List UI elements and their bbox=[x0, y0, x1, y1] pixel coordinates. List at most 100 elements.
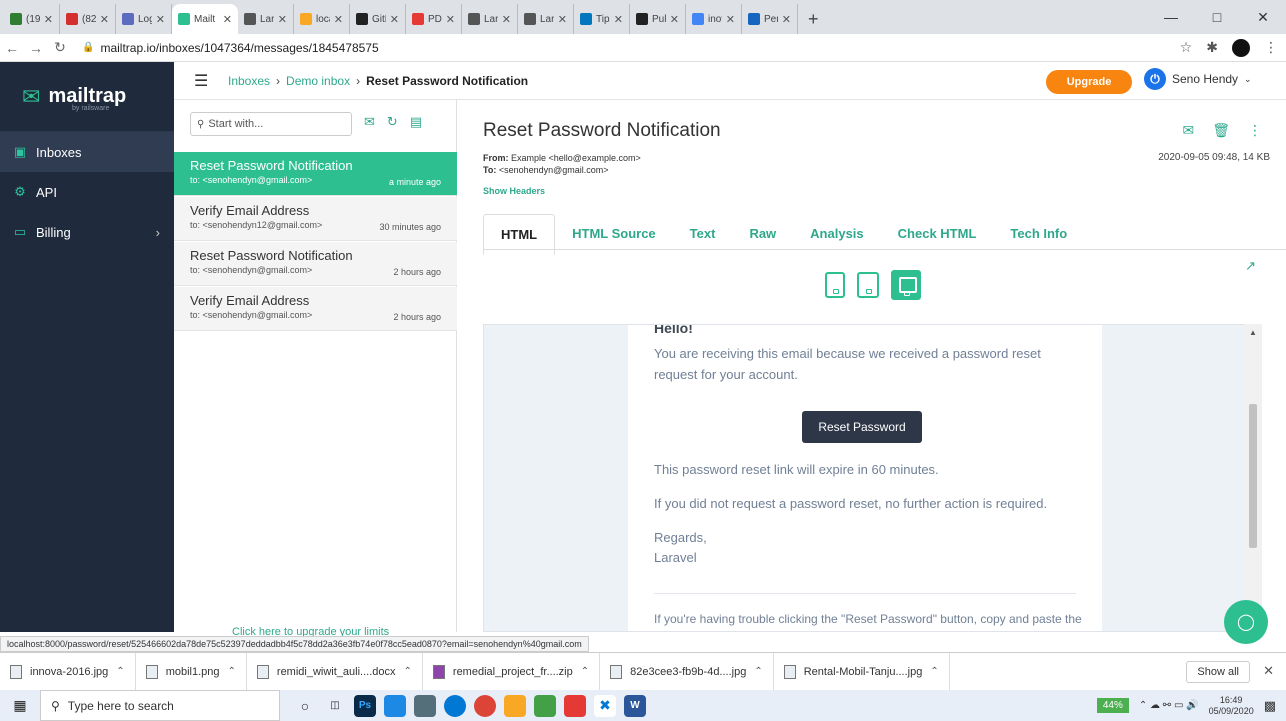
close-tab-icon[interactable]: ✕ bbox=[782, 13, 791, 26]
preview-scrollbar[interactable]: ▲ bbox=[1244, 324, 1262, 632]
scroll-up-icon[interactable]: ▲ bbox=[1249, 328, 1257, 337]
photoshop-icon[interactable]: Ps bbox=[354, 694, 376, 717]
browser-tab[interactable]: Larav ✕ bbox=[518, 4, 574, 34]
close-tab-icon[interactable]: ✕ bbox=[334, 13, 343, 26]
mark-read-icon[interactable]: ✉ bbox=[364, 114, 375, 130]
tray-icons[interactable]: ⌃ ☁ ⚯ ▭ 🔊 bbox=[1139, 700, 1199, 711]
chevron-up-icon[interactable]: ⌃ bbox=[116, 666, 124, 677]
browser-menu-icon[interactable]: ⋮ bbox=[1264, 39, 1278, 56]
profile-avatar[interactable] bbox=[1232, 38, 1250, 57]
close-tab-icon[interactable]: ✕ bbox=[558, 13, 567, 26]
vscode-icon[interactable]: ✖ bbox=[594, 694, 616, 717]
browser-tab[interactable]: Pull R ✕ bbox=[630, 4, 686, 34]
chevron-up-icon[interactable]: ⌃ bbox=[228, 666, 236, 677]
browser-tab[interactable]: Tips- ✕ bbox=[574, 4, 630, 34]
maximize-icon[interactable]: □ bbox=[1194, 0, 1240, 34]
show-headers-link[interactable]: Show Headers bbox=[483, 186, 545, 196]
list-item[interactable]: Reset Password Notification to: <senohen… bbox=[174, 242, 457, 286]
task-view-icon[interactable]: ◫ bbox=[324, 695, 346, 717]
list-item[interactable]: Verify Email Address to: <senohendyn@gma… bbox=[174, 287, 457, 331]
cortana-icon[interactable]: ○ bbox=[294, 695, 316, 717]
close-window-icon[interactable]: ✕ bbox=[1240, 0, 1286, 34]
url-field[interactable]: 🔒 mailtrap.io/inboxes/1047364/messages/1… bbox=[82, 41, 379, 55]
battery-indicator[interactable]: 44% bbox=[1096, 698, 1129, 713]
minimize-icon[interactable]: — bbox=[1148, 0, 1194, 34]
chat-support-button[interactable]: ◯ bbox=[1224, 600, 1268, 644]
browser-tab[interactable]: Login ✕ bbox=[116, 4, 172, 34]
sidebar-item-billing[interactable]: ▭ Billing › bbox=[0, 212, 174, 252]
clock[interactable]: 16:49 05/09/2020 bbox=[1209, 695, 1254, 717]
browser-tab[interactable]: Larav ✕ bbox=[238, 4, 294, 34]
download-item[interactable]: mobil1.png ⌃ bbox=[136, 652, 247, 691]
browser-tab[interactable]: PDF t ✕ bbox=[406, 4, 462, 34]
chevron-up-icon[interactable]: ⌃ bbox=[754, 666, 762, 677]
breadcrumb-inboxes[interactable]: Inboxes bbox=[228, 74, 270, 88]
close-tab-icon[interactable]: ✕ bbox=[390, 13, 399, 26]
close-tab-icon[interactable]: ✕ bbox=[670, 13, 679, 26]
browser-tab[interactable]: (19) V ✕ bbox=[4, 4, 60, 34]
extensions-icon[interactable]: ✱ bbox=[1206, 39, 1218, 56]
more-icon[interactable]: ⋮ bbox=[1248, 122, 1262, 139]
list-item[interactable]: Verify Email Address to: <senohendyn12@g… bbox=[174, 197, 457, 241]
refresh-icon[interactable]: ↻ bbox=[387, 114, 398, 130]
browser-tab[interactable]: Penju ✕ bbox=[742, 4, 798, 34]
close-tab-icon[interactable]: ✕ bbox=[726, 13, 735, 26]
sidebar-item-inboxes[interactable]: ▣ Inboxes bbox=[0, 132, 174, 172]
edge-icon[interactable] bbox=[444, 694, 466, 717]
app-icon[interactable] bbox=[534, 694, 556, 717]
app-icon[interactable] bbox=[384, 694, 406, 717]
download-item[interactable]: innova-2016.jpg ⌃ bbox=[0, 652, 136, 691]
close-tab-icon[interactable]: ✕ bbox=[100, 13, 109, 26]
show-all-downloads-button[interactable]: Show all bbox=[1186, 661, 1250, 683]
chevron-up-icon[interactable]: ⌃ bbox=[930, 666, 938, 677]
close-tab-icon[interactable]: ✕ bbox=[44, 13, 53, 26]
forward-icon[interactable]: ✉ bbox=[1182, 122, 1194, 139]
word-icon[interactable]: W bbox=[624, 694, 646, 717]
sidebar-item-api[interactable]: ⚙ API bbox=[0, 172, 174, 212]
browser-tab[interactable]: GitHu ✕ bbox=[350, 4, 406, 34]
windows-start-icon[interactable]: ▦ bbox=[0, 697, 40, 714]
chevron-up-icon[interactable]: ⌃ bbox=[404, 666, 412, 677]
trash-icon[interactable]: 🗑 bbox=[1212, 122, 1230, 139]
download-item[interactable]: remedial_project_fr....zip ⌃ bbox=[423, 652, 601, 691]
star-icon[interactable]: ☆ bbox=[1180, 39, 1193, 56]
close-tab-icon[interactable]: ✕ bbox=[156, 13, 165, 26]
browser-tab[interactable]: Mailt ✕ bbox=[172, 4, 238, 34]
search-input[interactable]: ⚲ Start with... bbox=[190, 112, 352, 136]
reload-icon[interactable]: ↻ bbox=[48, 39, 72, 56]
scrollbar-thumb[interactable] bbox=[1249, 404, 1257, 548]
close-tab-icon[interactable]: ✕ bbox=[223, 13, 232, 26]
taskbar-search-input[interactable]: ⚲ Type here to search bbox=[40, 690, 280, 721]
close-icon[interactable]: ✕ bbox=[1263, 663, 1274, 679]
new-tab-button[interactable]: + bbox=[798, 4, 829, 34]
app-icon[interactable] bbox=[414, 694, 436, 717]
app-icon[interactable] bbox=[564, 694, 586, 717]
close-tab-icon[interactable]: ✕ bbox=[502, 13, 511, 26]
external-link-icon[interactable]: ↗ bbox=[1245, 258, 1256, 274]
chevron-up-icon[interactable]: ⌃ bbox=[581, 666, 589, 677]
browser-tab[interactable]: (82) L ✕ bbox=[60, 4, 116, 34]
file-explorer-icon[interactable] bbox=[504, 694, 526, 717]
mailtrap-logo[interactable]: ✉ mailtrap by railsware bbox=[0, 62, 174, 132]
browser-tab[interactable]: Larav ✕ bbox=[462, 4, 518, 34]
browser-tab[interactable]: inova ✕ bbox=[686, 4, 742, 34]
reset-password-button[interactable]: Reset Password bbox=[802, 411, 922, 443]
download-item[interactable]: Rental-Mobil-Tanju....jpg ⌃ bbox=[774, 652, 950, 691]
close-tab-icon[interactable]: ✕ bbox=[446, 13, 455, 26]
mobile-view-icon[interactable] bbox=[825, 272, 845, 298]
download-item[interactable]: 82e3cee3-fb9b-4d....jpg ⌃ bbox=[600, 652, 774, 691]
user-menu[interactable]: ⏻ Seno Hendy ⌄ bbox=[1144, 68, 1252, 90]
download-item[interactable]: remidi_wiwit_auli....docx ⌃ bbox=[247, 652, 423, 691]
close-tab-icon[interactable]: ✕ bbox=[278, 13, 287, 26]
tablet-view-icon[interactable] bbox=[857, 272, 879, 298]
menu-toggle-icon[interactable]: ☰ bbox=[194, 71, 216, 91]
chrome-icon[interactable] bbox=[474, 694, 496, 717]
back-icon[interactable]: ← bbox=[0, 40, 24, 56]
close-tab-icon[interactable]: ✕ bbox=[614, 13, 623, 26]
breadcrumb-demo-inbox[interactable]: Demo inbox bbox=[286, 74, 350, 88]
forward-icon[interactable]: → bbox=[24, 40, 48, 56]
desktop-view-icon[interactable] bbox=[891, 270, 921, 300]
list-item[interactable]: Reset Password Notification to: <senohen… bbox=[174, 152, 457, 196]
upgrade-button[interactable]: Upgrade bbox=[1046, 70, 1132, 94]
notification-icon[interactable]: ▩ bbox=[1264, 698, 1276, 714]
